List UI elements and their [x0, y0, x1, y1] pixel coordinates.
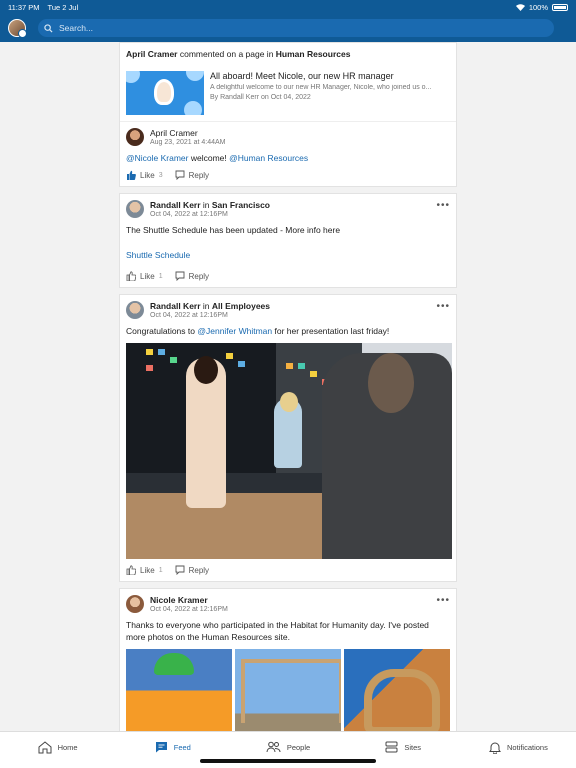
reply-icon	[175, 565, 185, 575]
post-group[interactable]: All Employees	[212, 301, 270, 311]
feed-card: Nicole Kramer Oct 04, 2022 at 12:16PM ••…	[119, 588, 457, 742]
like-label: Like	[140, 170, 155, 180]
post-text: Thanks to everyone who participated in t…	[126, 620, 429, 642]
reply-label: Reply	[188, 170, 210, 180]
avatar[interactable]	[126, 301, 144, 319]
post-in: in	[200, 301, 212, 311]
post-time: Oct 04, 2022 at 12:16PM	[150, 606, 228, 613]
search-input[interactable]: Search...	[38, 19, 554, 37]
feed-icon	[155, 742, 167, 753]
avatar[interactable]	[126, 200, 144, 218]
top-bar: Search...	[0, 14, 576, 42]
post-text-post: for her presentation last friday!	[272, 326, 390, 336]
activity-target[interactable]: Human Resources	[276, 49, 351, 59]
feed-card: April Cramer commented on a page in Huma…	[119, 42, 457, 187]
reply-icon	[175, 170, 185, 180]
tab-label: Home	[57, 742, 78, 752]
post-image[interactable]	[126, 343, 452, 559]
tab-label: Sites	[404, 742, 422, 752]
like-button[interactable]: Like 1	[126, 271, 163, 281]
thumbs-up-icon	[126, 271, 136, 281]
status-date: Tue 2 Jul	[47, 2, 79, 12]
comment-time: Aug 23, 2021 at 4:44AM	[150, 139, 226, 146]
post-text: The Shuttle Schedule has been updated - …	[126, 225, 341, 235]
search-placeholder: Search...	[59, 23, 94, 33]
mention-link[interactable]: @Human Resources	[229, 153, 308, 163]
link-description: A delightful welcome to our new HR Manag…	[210, 84, 432, 91]
sites-icon	[385, 741, 398, 753]
link-title: All aboard! Meet Nicole, our new HR mana…	[210, 71, 394, 81]
people-icon	[266, 741, 281, 753]
link-preview[interactable]: All aboard! Meet Nicole, our new HR mana…	[120, 65, 456, 121]
post-text-pre: Congratulations to	[126, 326, 198, 336]
battery-percent: 100%	[528, 2, 548, 12]
tab-home[interactable]: Home	[0, 732, 115, 768]
tab-label: Notifications	[506, 742, 548, 752]
comment-author[interactable]: April Cramer	[150, 128, 226, 138]
like-label: Like	[140, 565, 155, 575]
link-byline: By Randall Kerr on Oct 04, 2022	[210, 94, 311, 101]
avatar[interactable]	[126, 128, 144, 146]
post-time: Oct 04, 2022 at 12:16PM	[150, 211, 228, 218]
avatar[interactable]	[126, 595, 144, 613]
tab-notifications[interactable]: Notifications	[461, 732, 576, 768]
activity-actor[interactable]: April Cramer	[126, 49, 178, 59]
like-count: 3	[158, 171, 163, 179]
battery-icon	[552, 3, 568, 11]
link-thumbnail	[126, 71, 204, 115]
mention-link[interactable]: @Jennifer Whitman	[197, 326, 272, 336]
activity-header: April Cramer commented on a page in Huma…	[120, 43, 456, 65]
post-photo[interactable]	[344, 649, 450, 741]
tab-label: Feed	[173, 742, 191, 752]
more-options-icon[interactable]: •••	[436, 301, 450, 312]
thumbs-up-icon	[127, 170, 136, 180]
activity-text: commented on a page in	[177, 49, 276, 59]
like-count: 1	[158, 566, 163, 574]
status-time: 11:37 PM	[8, 2, 40, 12]
post-text: Congratulations to @Jennifer Whitman for…	[126, 325, 450, 337]
like-count: 1	[158, 272, 163, 280]
feed-card: Randall Kerr in All Employees Oct 04, 20…	[119, 294, 457, 582]
tab-label: People	[286, 742, 311, 752]
more-options-icon[interactable]: •••	[436, 200, 450, 211]
like-label: Like	[140, 271, 155, 281]
like-button[interactable]: Like 3	[126, 170, 163, 180]
search-icon	[44, 23, 53, 33]
thumbs-up-icon	[126, 565, 136, 575]
post-author[interactable]: Nicole Kramer	[150, 595, 208, 605]
mention-link[interactable]: @Nicole Kramer	[126, 153, 188, 163]
post-time: Oct 04, 2022 at 12:16PM	[150, 312, 228, 319]
profile-avatar[interactable]	[8, 19, 27, 38]
reply-button[interactable]: Reply	[175, 271, 209, 281]
home-indicator[interactable]	[200, 759, 376, 763]
bell-icon	[489, 742, 501, 754]
reply-icon	[175, 271, 185, 281]
wifi-icon	[515, 3, 525, 11]
reply-label: Reply	[188, 271, 210, 281]
post-in: in	[200, 200, 212, 210]
reply-button[interactable]: Reply	[175, 170, 209, 180]
post-author[interactable]: Randall Kerr	[150, 200, 201, 210]
post-photo[interactable]	[235, 649, 341, 741]
feed-list: April Cramer commented on a page in Huma…	[119, 42, 457, 748]
feed-card: Randall Kerr in San Francisco Oct 04, 20…	[119, 193, 457, 288]
post-author[interactable]: Randall Kerr	[150, 301, 201, 311]
status-bar: 11:37 PM Tue 2 Jul 100%	[0, 0, 576, 14]
photo-grid	[126, 649, 450, 741]
reply-button[interactable]: Reply	[175, 565, 209, 575]
more-options-icon[interactable]: •••	[436, 595, 450, 606]
post-group[interactable]: San Francisco	[212, 200, 270, 210]
post-link[interactable]: Shuttle Schedule	[126, 249, 450, 261]
reply-label: Reply	[188, 565, 210, 575]
comment-text: welcome!	[188, 153, 230, 163]
post-photo[interactable]	[126, 649, 232, 741]
home-icon	[38, 740, 52, 753]
like-button[interactable]: Like 1	[126, 565, 163, 575]
